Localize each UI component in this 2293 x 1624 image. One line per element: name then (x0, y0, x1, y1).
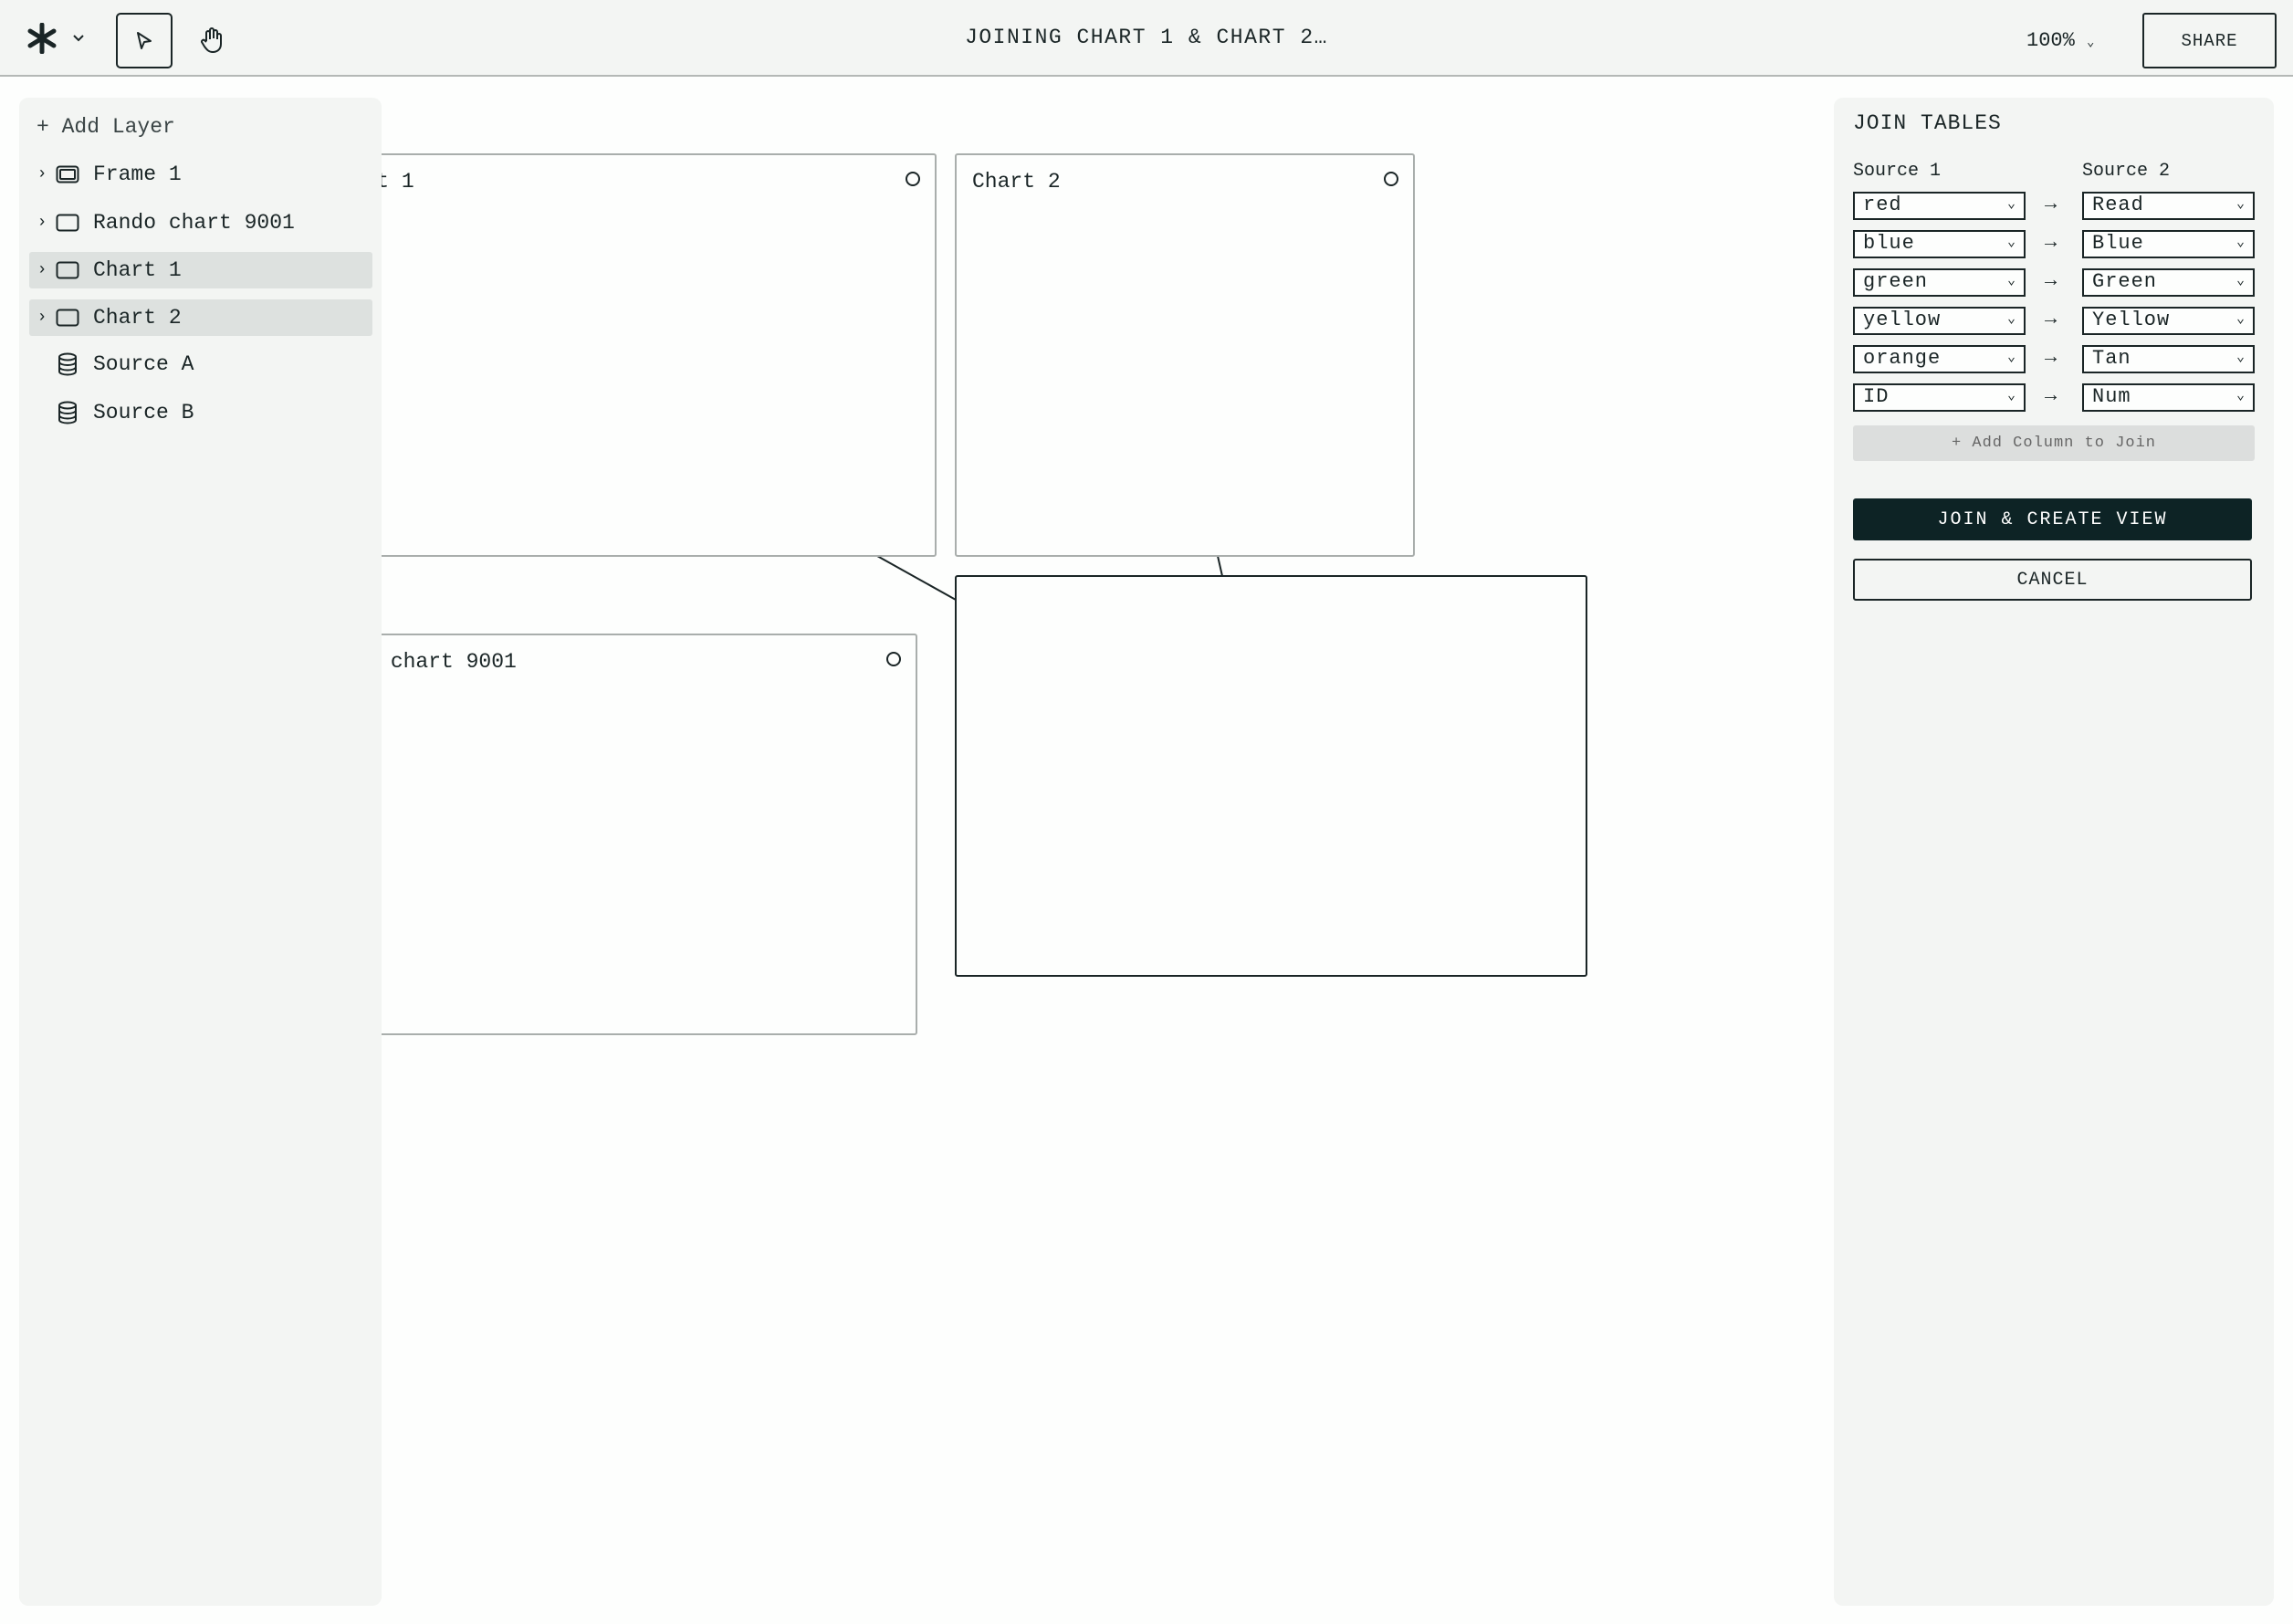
chevron-down-icon: ⌄ (2006, 350, 2016, 365)
frame-icon (55, 165, 80, 183)
chevron-down-icon: ⌄ (2006, 235, 2016, 250)
chevron-down-icon: ⌄ (2006, 388, 2016, 403)
chart-icon (55, 214, 80, 232)
selected-value: Blue (2092, 232, 2144, 255)
chevron-down-icon: ⌄ (2235, 196, 2246, 212)
panel-title: JOIN TABLES (1853, 111, 2002, 135)
chevron-right-icon[interactable]: › (29, 261, 55, 279)
chevron-down-icon: ⌄ (2235, 350, 2246, 365)
selected-value: yellow (1863, 309, 1942, 331)
layer-label: Chart 2 (93, 306, 182, 330)
layer-label: Chart 1 (93, 258, 182, 282)
layer-item-chart-1[interactable]: › Chart 1 (29, 252, 372, 288)
layer-item-chart-2[interactable]: › Chart 2 (29, 299, 372, 336)
chevron-down-icon: ⌄ (2235, 273, 2246, 288)
connection-handle-icon[interactable] (1384, 172, 1398, 186)
arrow-right-icon: → (2045, 269, 2057, 292)
source-2-column-select[interactable]: Read ⌄ (2082, 192, 2255, 220)
arrow-right-icon: → (2045, 384, 2057, 407)
layers-sidebar: + Add Layer › Frame 1 › Rando chart 9001 › Ch… (19, 98, 382, 1606)
share-button[interactable]: SHARE (2142, 13, 2277, 68)
source-2-column-select[interactable]: Tan ⌄ (2082, 345, 2255, 373)
layer-label: Rando chart 9001 (93, 211, 295, 235)
document-title: JOINING CHART 1 & CHART 2… (965, 26, 1328, 49)
source-1-column-select[interactable]: orange ⌄ (1853, 345, 2026, 373)
chevron-right-icon[interactable]: › (29, 309, 55, 327)
source-1-column-select[interactable]: blue ⌄ (1853, 230, 2026, 258)
source-2-label: Source 2 (2082, 161, 2171, 182)
layer-item-source-a[interactable]: Source A (29, 346, 372, 382)
selected-value: green (1863, 270, 1929, 293)
chart-icon (55, 261, 80, 279)
zoom-value: 100% (2026, 29, 2075, 52)
layer-item-frame-1[interactable]: › Frame 1 (29, 156, 372, 193)
source-2-column-select[interactable]: Num ⌄ (2082, 383, 2255, 412)
source-1-column-select[interactable]: green ⌄ (1853, 268, 2026, 297)
layer-label: Source B (93, 401, 194, 424)
arrow-right-icon: → (2045, 193, 2057, 215)
chart-icon (55, 309, 80, 327)
arrow-right-icon: → (2045, 231, 2057, 254)
top-bar: JOINING CHART 1 & CHART 2… 100% ⌄ SHARE (0, 0, 2293, 77)
connection-handle-icon[interactable] (886, 652, 901, 666)
connector-line (1217, 555, 1223, 577)
arrow-right-icon: → (2045, 308, 2057, 330)
joined-view-card[interactable] (955, 575, 1587, 977)
cancel-button[interactable]: CANCEL (1853, 559, 2252, 601)
source-2-column-select[interactable]: Yellow ⌄ (2082, 307, 2255, 335)
connector-line (876, 555, 957, 601)
selected-value: red (1863, 194, 1902, 216)
chevron-down-icon: ⌄ (2087, 36, 2095, 50)
arrow-right-icon: → (2045, 346, 2057, 369)
layer-label: Source A (93, 352, 194, 376)
chevron-right-icon[interactable]: › (29, 214, 55, 232)
layer-item-rando-chart-9001[interactable]: › Rando chart 9001 (29, 204, 372, 241)
chart-card-chart-1[interactable]: Chart 1 (309, 153, 937, 557)
chart-card-rando-chart-9001[interactable]: Rando chart 9001 (298, 634, 917, 1035)
chevron-down-icon: ⌄ (2235, 388, 2246, 403)
selected-value: Yellow (2092, 309, 2171, 331)
connection-handle-icon[interactable] (906, 172, 920, 186)
chevron-right-icon[interactable]: › (29, 165, 55, 183)
selected-value: blue (1863, 232, 1915, 255)
source-1-label: Source 1 (1853, 161, 1942, 182)
database-icon (55, 401, 80, 424)
chart-card-chart-2[interactable]: Chart 2 (955, 153, 1415, 557)
selected-value: orange (1863, 347, 1942, 370)
selected-value: Num (2092, 385, 2131, 408)
layer-label: Frame 1 (93, 162, 182, 186)
join-create-view-button[interactable]: JOIN & CREATE VIEW (1853, 498, 2252, 540)
selected-value: ID (1863, 385, 1890, 408)
chevron-down-icon: ⌄ (2235, 235, 2246, 250)
source-1-column-select[interactable]: red ⌄ (1853, 192, 2026, 220)
layer-item-source-b[interactable]: Source B (29, 394, 372, 431)
zoom-dropdown[interactable]: 100% ⌄ (2026, 29, 2094, 52)
source-2-column-select[interactable]: Blue ⌄ (2082, 230, 2255, 258)
source-1-column-select[interactable]: yellow ⌄ (1853, 307, 2026, 335)
selected-value: Read (2092, 194, 2144, 216)
add-layer-button[interactable]: + Add Layer (29, 109, 372, 145)
chevron-down-icon: ⌄ (2006, 196, 2016, 212)
selected-value: Tan (2092, 347, 2131, 370)
source-2-column-select[interactable]: Green ⌄ (2082, 268, 2255, 297)
add-column-to-join-button[interactable]: + Add Column to Join (1853, 425, 2255, 461)
chevron-down-icon: ⌄ (2235, 311, 2246, 327)
card-title: Chart 2 (972, 170, 1061, 194)
database-icon (55, 352, 80, 376)
chevron-down-icon: ⌄ (2006, 273, 2016, 288)
chevron-down-icon: ⌄ (2006, 311, 2016, 327)
source-1-column-select[interactable]: ID ⌄ (1853, 383, 2026, 412)
selected-value: Green (2092, 270, 2158, 293)
